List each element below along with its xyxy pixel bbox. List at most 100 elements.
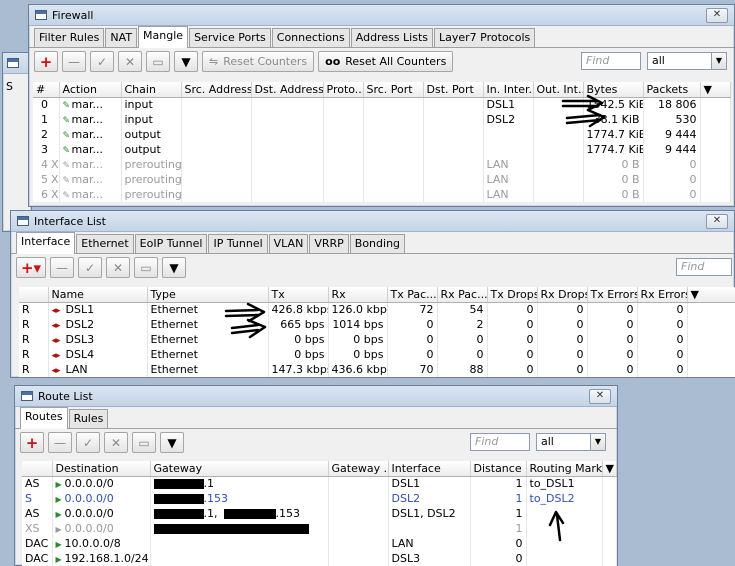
firewall-tab-address-lists[interactable]: Address Lists	[350, 28, 434, 47]
column-header[interactable]: Bytes	[583, 82, 644, 98]
interface_list-tab-ip-tunnel[interactable]: IP Tunnel	[208, 234, 268, 253]
table-row[interactable]: XS ▶ 0.0.0.0/0 1	[22, 521, 617, 536]
disable-button[interactable]: ✕	[106, 257, 130, 278]
interface_list-tab-eoip-tunnel[interactable]: EoIP Tunnel	[134, 234, 208, 253]
columns-menu-icon[interactable]: ▼	[700, 82, 731, 98]
column-header[interactable]: Tx Pac...	[387, 287, 438, 303]
table-row[interactable]: 2 ✎mar... output 1774.7 KiB 9 444	[33, 127, 731, 142]
column-header[interactable]: Destination	[52, 461, 151, 477]
route-filter-dropdown-icon[interactable]: ▼	[590, 433, 606, 451]
firewall-tab-service-ports[interactable]: Service Ports	[189, 28, 271, 47]
route-titlebar[interactable]: Route List	[15, 386, 617, 407]
remove-button[interactable]: —	[48, 432, 72, 453]
column-header[interactable]: #	[33, 82, 60, 98]
add-button[interactable]: +▾	[16, 257, 46, 278]
table-row[interactable]: R ◂▸ DSL2 Ethernet 665 bps 1014 bps 0 2 0 0 0 0	[19, 317, 735, 332]
interface_list-tab-vrrp[interactable]: VRRP	[309, 234, 349, 253]
comment-button[interactable]: ▭	[146, 51, 170, 72]
firewall-tab-layer7-protocols[interactable]: Layer7 Protocols	[434, 28, 536, 47]
table-row[interactable]: DAC ▶ 10.0.0.0/8 LAN 0	[22, 536, 617, 551]
table-row[interactable]: 1 ✎mar... input DSL2 38.1 KiB 530	[33, 112, 731, 127]
column-header[interactable]: Tx Drops	[487, 287, 538, 303]
firewall-tab-filter-rules[interactable]: Filter Rules	[34, 28, 105, 47]
column-header[interactable]: Dst. Address	[251, 82, 324, 98]
column-header[interactable]: Type	[147, 287, 269, 303]
column-header[interactable]: Gateway ...	[328, 461, 389, 477]
column-header[interactable]: Src. Port	[363, 82, 424, 98]
firewall-tab-nat[interactable]: NAT	[105, 28, 138, 47]
route_list-tab-rules[interactable]: Rules	[68, 409, 109, 428]
column-header[interactable]: Tx Errors	[587, 287, 638, 303]
table-row[interactable]: R ◂▸ DSL1 Ethernet 426.8 kbps 126.0 kbps 72 54 0…	[19, 302, 735, 317]
table-row[interactable]: R ◂▸ DSL4 Ethernet 0 bps 0 bps 0 0 0 0 0 0	[19, 347, 735, 362]
column-header[interactable]: Chain	[121, 82, 182, 98]
route_list-tab-routes[interactable]: Routes	[20, 407, 68, 429]
remove-button[interactable]: —	[62, 51, 86, 72]
interface_list-tab-bonding[interactable]: Bonding	[349, 234, 406, 253]
table-row[interactable]: 3 ✎mar... output 1774.7 KiB 9 444	[33, 142, 731, 157]
enable-button[interactable]: ✓	[76, 432, 100, 453]
flag-column-header[interactable]	[19, 287, 49, 303]
table-row[interactable]: AS ▶ 0.0.0.0/0 .1, .153 DSL1, DSL2 1	[22, 506, 617, 521]
interface_list-tab-ethernet[interactable]: Ethernet	[76, 234, 134, 253]
reset-all-counters-button[interactable]: oo Reset All Counters	[318, 51, 454, 72]
interface-titlebar[interactable]: Interface List	[11, 211, 734, 232]
table-row[interactable]: 0 ✎mar... input DSL1 1542.5 KiB 18 806	[33, 97, 731, 112]
disable-button[interactable]: ✕	[118, 51, 142, 72]
interface-find-input[interactable]: Find	[676, 258, 732, 276]
table-row[interactable]: R ◂▸ DSL3 Ethernet 0 bps 0 bps 0 0 0 0 0 0	[19, 332, 735, 347]
column-header[interactable]: Out. Int...	[533, 82, 584, 98]
column-header[interactable]: In. Inter...	[483, 82, 534, 98]
interface_list-tab-interface[interactable]: Interface	[16, 232, 76, 254]
table-row[interactable]: 6 X ✎mar... prerouting LAN 0 B0	[33, 187, 731, 202]
route-close-button[interactable]: ✕	[589, 389, 611, 404]
route-filter-select[interactable]: all	[536, 433, 592, 451]
column-header[interactable]: Name	[48, 287, 148, 303]
firewall-close-button[interactable]: ✕	[706, 8, 728, 23]
interface-close-button[interactable]: ✕	[706, 214, 728, 229]
add-button[interactable]: +	[34, 51, 58, 72]
column-header[interactable]: Src. Address	[181, 82, 252, 98]
flag-column-header[interactable]	[22, 461, 53, 477]
column-header[interactable]: Gateway	[150, 461, 329, 477]
column-header[interactable]: Rx Errors	[637, 287, 688, 303]
route-find-input[interactable]: Find	[470, 433, 530, 451]
disable-button[interactable]: ✕	[104, 432, 128, 453]
column-header[interactable]: Rx	[328, 287, 388, 303]
firewall-find-input[interactable]: Find	[581, 52, 641, 70]
filter-button[interactable]: ▼	[162, 257, 186, 278]
column-header[interactable]: Tx	[268, 287, 329, 303]
firewall-titlebar[interactable]: Firewall	[29, 5, 734, 26]
enable-button[interactable]: ✓	[90, 51, 114, 72]
comment-button[interactable]: ▭	[132, 432, 156, 453]
column-header[interactable]: Proto...	[323, 82, 364, 98]
add-button[interactable]: +	[20, 432, 44, 453]
column-header[interactable]: Distance	[470, 461, 527, 477]
column-header[interactable]: Action	[59, 82, 122, 98]
enable-button[interactable]: ✓	[78, 257, 102, 278]
firewall-filter-dropdown-icon[interactable]: ▼	[711, 52, 727, 70]
reset-counters-button[interactable]: ⇋ Reset Counters	[202, 51, 315, 72]
filter-button[interactable]: ▼	[174, 51, 198, 72]
column-header[interactable]: Rx Drops	[537, 287, 588, 303]
remove-button[interactable]: —	[50, 257, 74, 278]
column-header[interactable]: Dst. Port	[423, 82, 484, 98]
table-row[interactable]: S ▶ 0.0.0.0/0 .153 DSL2 1 to_DSL2	[22, 491, 617, 506]
firewall-filter-select[interactable]: all	[647, 52, 713, 70]
columns-menu-icon[interactable]: ▼	[687, 287, 735, 303]
filter-button[interactable]: ▼	[160, 432, 184, 453]
table-row[interactable]: DAC ▶ 192.168.1.0/24 DSL3 0	[22, 551, 617, 566]
column-header[interactable]: Packets	[643, 82, 701, 98]
column-header[interactable]: Routing Mark	[526, 461, 603, 477]
interface_list-tab-vlan[interactable]: VLAN	[268, 234, 309, 253]
table-row[interactable]: AS ▶ 0.0.0.0/0 .1 DSL1 1 to_DSL1	[22, 476, 617, 491]
column-header[interactable]: Rx Pac...	[437, 287, 488, 303]
firewall-tab-mangle[interactable]: Mangle	[138, 26, 189, 48]
table-row[interactable]: 5 X ✎mar... prerouting LAN 0 B0	[33, 172, 731, 187]
comment-button[interactable]: ▭	[134, 257, 158, 278]
columns-menu-icon[interactable]: ▼	[602, 461, 617, 477]
table-row[interactable]: R ◂▸ LAN Ethernet 147.3 kbps 436.6 kbps 70 88 0 0…	[19, 362, 735, 377]
firewall-tab-connections[interactable]: Connections	[271, 28, 350, 47]
table-row[interactable]: 4 X ✎mar... prerouting LAN 0 B0	[33, 157, 731, 172]
column-header[interactable]: Interface	[388, 461, 471, 477]
